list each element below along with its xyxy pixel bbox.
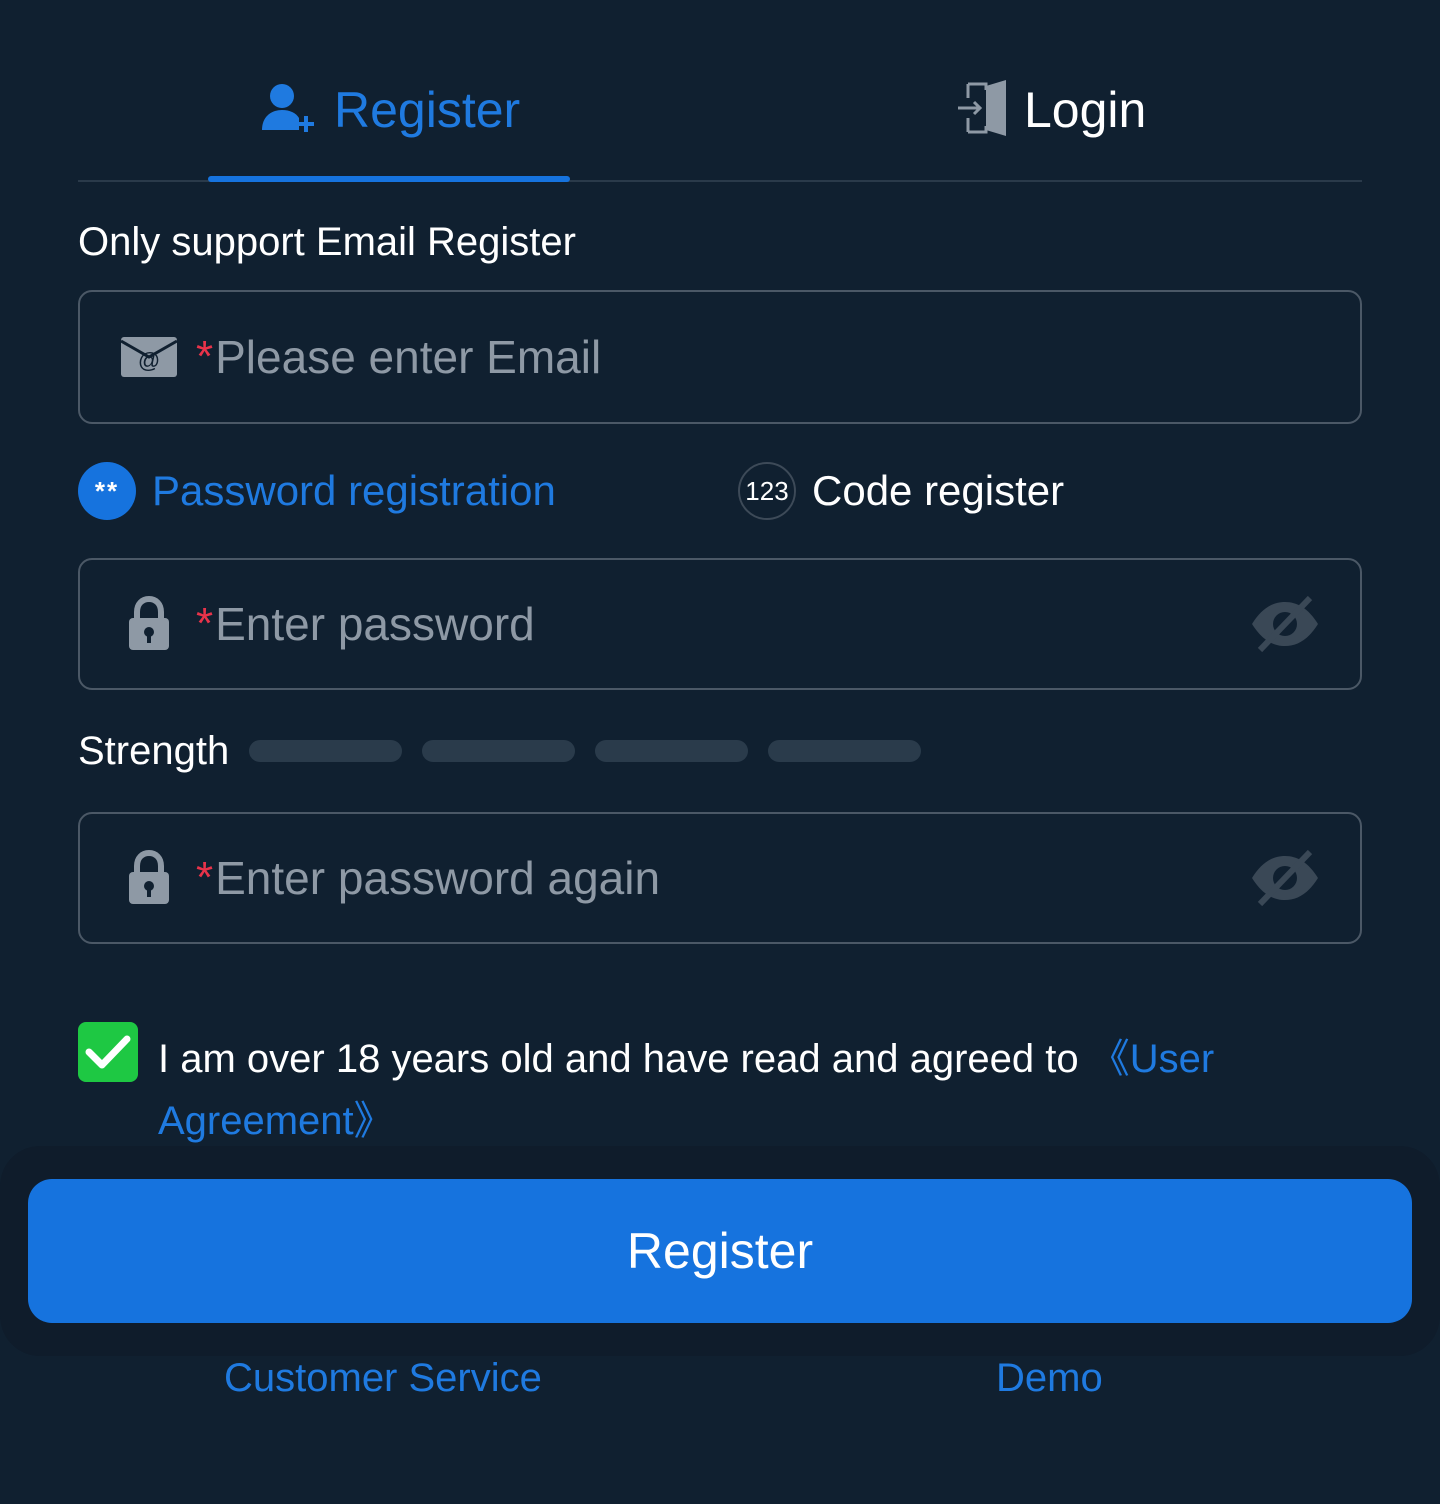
register-page: Register Login Only support Email Regist… — [0, 0, 1440, 1504]
agreement-checkbox[interactable] — [78, 1022, 138, 1082]
email-input[interactable] — [215, 330, 1116, 384]
password-input[interactable] — [215, 597, 1116, 651]
code-register-label: Code register — [812, 467, 1065, 514]
required-mark: * — [196, 332, 214, 381]
required-mark: * — [196, 853, 214, 902]
check-icon — [85, 1035, 131, 1069]
email-field[interactable]: @ * — [78, 290, 1362, 424]
eye-off-icon[interactable] — [1248, 848, 1322, 908]
password-registration-option[interactable]: ** Password registration — [78, 462, 556, 520]
door-enter-icon — [956, 79, 1008, 141]
required-mark: * — [196, 599, 214, 648]
tab-login-label: Login — [1024, 82, 1147, 138]
strength-bar — [422, 740, 576, 762]
strength-label: Strength — [78, 728, 230, 773]
strength-bar — [249, 740, 403, 762]
tab-register[interactable]: Register — [260, 40, 520, 180]
lock-icon — [120, 849, 178, 907]
password-field[interactable]: * — [78, 558, 1362, 690]
strength-bar — [768, 740, 922, 762]
svg-text:@: @ — [138, 348, 160, 373]
auth-tabs: Register Login — [78, 40, 1362, 182]
email-only-hint: Only support Email Register — [78, 220, 576, 264]
demo-link[interactable]: Demo — [996, 1356, 1103, 1401]
password-confirm-input[interactable] — [215, 851, 1116, 905]
active-tab-indicator — [208, 176, 570, 182]
agreement-text: I am over 18 years old and have read and… — [158, 1028, 1308, 1152]
user-plus-icon — [260, 82, 318, 139]
strength-bars — [249, 740, 941, 762]
tab-register-label: Register — [334, 82, 521, 138]
password-mode-icon: ** — [78, 462, 136, 520]
eye-off-icon[interactable] — [1248, 594, 1322, 654]
strength-bar — [595, 740, 749, 762]
code-mode-icon: 123 — [738, 462, 796, 520]
password-confirm-field[interactable]: * — [78, 812, 1362, 944]
email-icon: @ — [120, 328, 178, 386]
code-register-option[interactable]: 123 Code register — [738, 462, 1064, 520]
password-registration-label: Password registration — [152, 467, 556, 514]
lock-icon — [120, 595, 178, 653]
register-button[interactable]: Register — [28, 1179, 1412, 1323]
customer-service-link[interactable]: Customer Service — [224, 1356, 542, 1401]
tab-login[interactable]: Login — [956, 40, 1146, 180]
password-strength: Strength — [78, 726, 941, 776]
agreement-statement: I am over 18 years old and have read and… — [158, 1037, 1090, 1081]
